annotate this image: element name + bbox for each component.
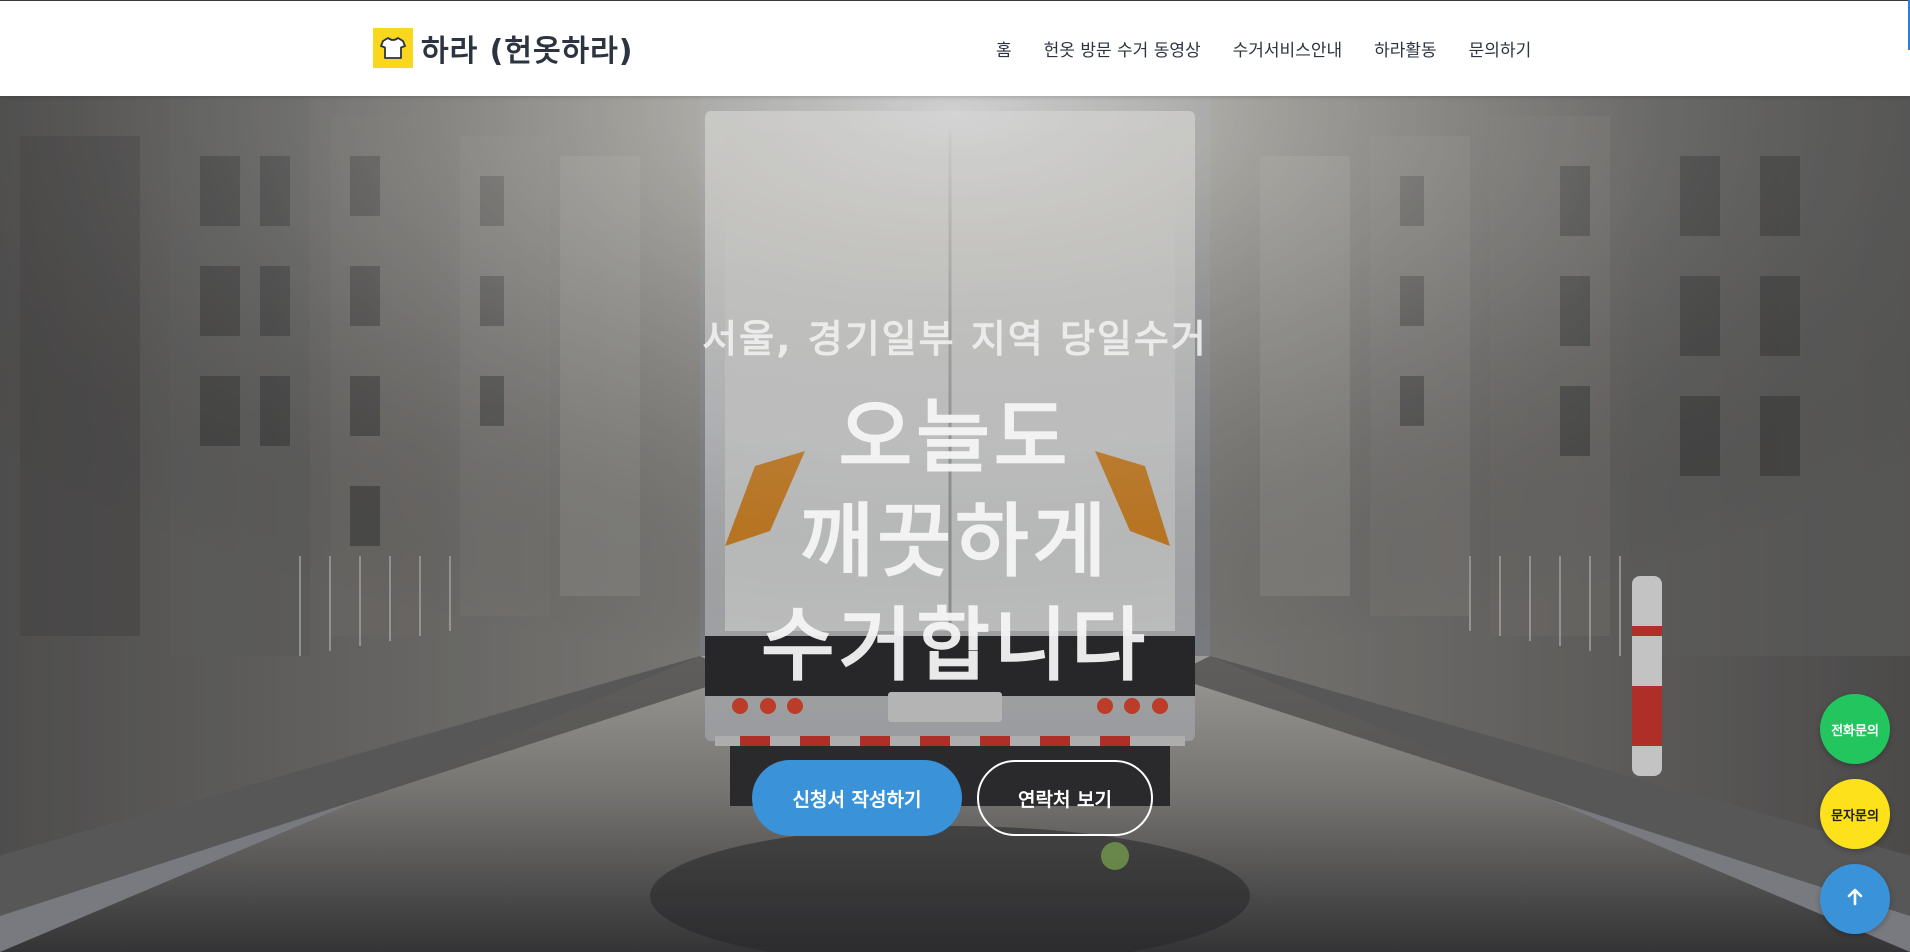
nav-item-video[interactable]: 헌옷 방문 수거 동영상 <box>1044 36 1201 61</box>
hero-title-line-1: 오늘도 <box>838 391 1072 484</box>
sms-inquiry-button[interactable]: 문자문의 <box>1820 779 1890 849</box>
site-header: 하라 (헌옷하라) 홈 헌옷 방문 수거 동영상 수거서비스안내 하라활동 문의… <box>0 0 1910 96</box>
hero-title-line-2: 깨끗하게 <box>799 495 1111 588</box>
view-contact-button[interactable]: 연락처 보기 <box>977 760 1153 836</box>
header-top-rule <box>0 0 1910 1</box>
scroll-top-button[interactable] <box>1820 864 1890 934</box>
logo-text: 하라 (헌옷하라) <box>421 34 634 69</box>
hero-content: 서울, 경기일부 지역 당일수거 오늘도 깨끗하게 수거합니다 신청서 작성하기… <box>0 96 1910 952</box>
main-nav: 홈 헌옷 방문 수거 동영상 수거서비스안내 하라활동 문의하기 <box>996 36 1563 61</box>
tshirt-icon <box>373 28 413 68</box>
site-logo[interactable]: 하라 (헌옷하라) <box>373 26 633 70</box>
nav-item-activity[interactable]: 하라활동 <box>1374 36 1437 61</box>
nav-item-contact[interactable]: 문의하기 <box>1469 36 1532 61</box>
phone-inquiry-label: 전화문의 <box>1831 723 1879 739</box>
hero-title-line-3: 수거합니다 <box>761 599 1149 692</box>
hero-subtitle: 서울, 경기일부 지역 당일수거 <box>702 317 1208 361</box>
page: 하라 (헌옷하라) 홈 헌옷 방문 수거 동영상 수거서비스안내 하라활동 문의… <box>0 0 1910 952</box>
phone-inquiry-button[interactable]: 전화문의 <box>1820 694 1890 764</box>
nav-item-service[interactable]: 수거서비스안내 <box>1233 36 1342 61</box>
arrow-up-icon <box>1844 886 1866 912</box>
apply-form-button[interactable]: 신청서 작성하기 <box>752 760 962 836</box>
sms-inquiry-label: 문자문의 <box>1831 808 1879 824</box>
hero-section: 서울, 경기일부 지역 당일수거 오늘도 깨끗하게 수거합니다 신청서 작성하기… <box>0 96 1910 952</box>
hero-title: 오늘도 깨끗하게 수거합니다 <box>0 386 1910 698</box>
nav-item-home[interactable]: 홈 <box>996 36 1012 61</box>
